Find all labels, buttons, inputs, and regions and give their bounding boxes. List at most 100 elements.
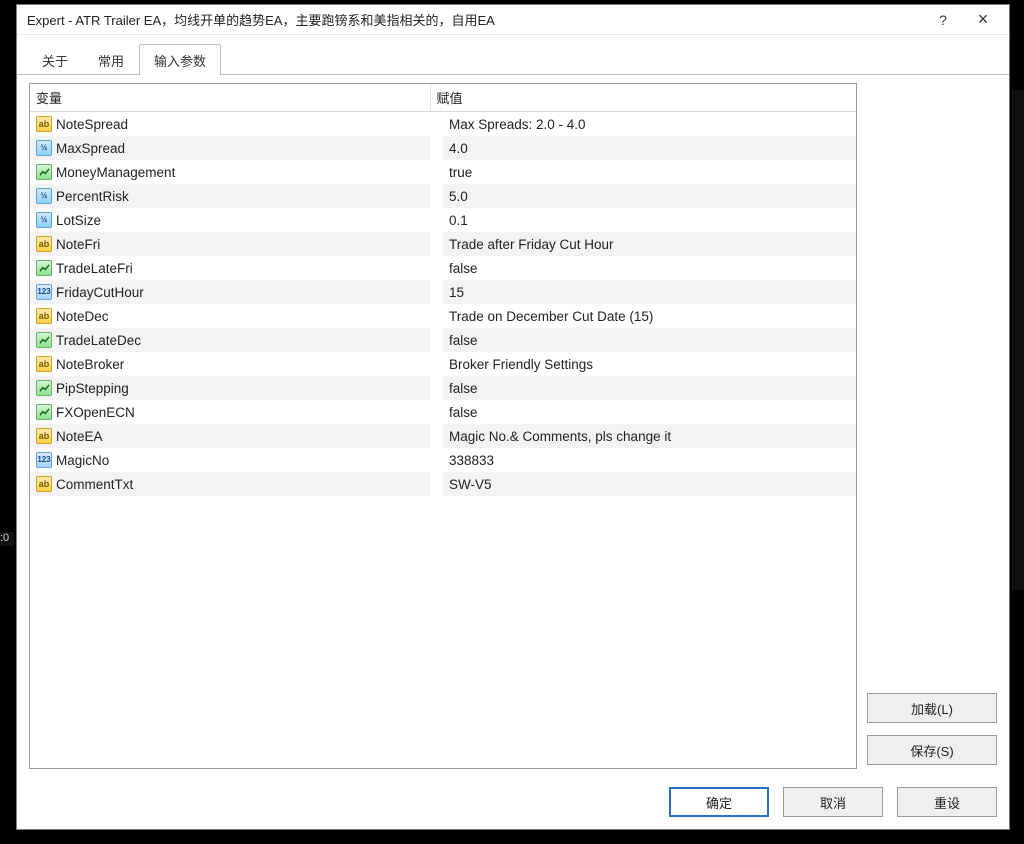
param-name-cell[interactable]: ab NoteDec [30,304,430,328]
table-row[interactable]: abNoteFri Trade after Friday Cut Hour [30,232,856,256]
bool-icon [36,404,52,420]
param-name: NoteDec [56,309,109,324]
param-value-cell[interactable]: false [443,328,856,352]
double-icon: ½ [36,212,52,228]
param-name-cell[interactable]: FXOpenECN [30,400,430,424]
table-row[interactable]: 123 FridayCutHour 15 [30,280,856,304]
column-header-value[interactable]: 赋值 [430,84,856,112]
double-icon: ½ [36,140,52,156]
integer-icon: 123 [36,452,52,468]
table-row[interactable]: PipStepping false [30,376,856,400]
param-value-cell[interactable]: 5.0 [443,184,856,208]
param-name-cell[interactable]: ½ PercentRisk [30,184,430,208]
close-button[interactable]: × [963,6,1003,34]
table-row[interactable]: MoneyManagement true [30,160,856,184]
param-value-cell[interactable]: 338833 [443,448,856,472]
param-name-cell[interactable]: MoneyManagement [30,160,430,184]
param-name: LotSize [56,213,101,228]
string-icon: ab [36,476,52,492]
param-name: PercentRisk [56,189,129,204]
param-value-cell[interactable]: Magic No.& Comments, pls change it [443,424,856,448]
cancel-button[interactable]: 取消 [783,787,883,817]
table-row[interactable]: ab NoteDec Trade on December Cut Date (15) [30,304,856,328]
string-icon: ab [36,428,52,444]
table-row[interactable]: ab NoteSpread Max Spreads: 2.0 - 4.0 [30,112,856,136]
double-icon: ½ [36,188,52,204]
param-name-cell[interactable]: ab NoteEA [30,424,430,448]
param-name: NoteSpread [56,117,128,132]
param-name-cell[interactable]: ½ LotSize [30,208,430,232]
help-button[interactable]: ? [923,6,963,34]
string-icon: ab [36,236,52,252]
table-row[interactable]: ½ LotSize 0.1 [30,208,856,232]
table-row[interactable]: 123 MagicNo 338833 [30,448,856,472]
string-icon: ab [36,356,52,372]
param-value-cell[interactable]: true [443,160,856,184]
table-row[interactable]: ½ PercentRisk 5.0 [30,184,856,208]
table-row[interactable]: ½ MaxSpread 4.0 [30,136,856,160]
table-row[interactable]: ab CommentTxt SW-V5 [30,472,856,496]
param-name: FridayCutHour [56,285,144,300]
tab-content: 变量 赋值 ab NoteSpread Max Spreads: 2.0 - 4.0… [17,75,1009,777]
load-button[interactable]: 加载(L) [867,693,997,723]
param-name: NoteEA [56,429,103,444]
param-value-cell[interactable]: Trade on December Cut Date (15) [443,304,856,328]
param-name-cell[interactable]: TradeLateDec [30,328,430,352]
bool-icon [36,332,52,348]
bool-icon [36,164,52,180]
table-row[interactable]: ab NoteEA Magic No.& Comments, pls change … [30,424,856,448]
string-icon: ab [36,116,52,132]
tab-inputs[interactable]: 输入参数 [139,44,221,75]
reset-button[interactable]: 重设 [897,787,997,817]
param-name: CommentTxt [56,477,133,492]
param-value-cell[interactable]: 4.0 [443,136,856,160]
titlebar: Expert - ATR Trailer EA，均线开单的趋势EA，主要跑镑系和… [17,5,1009,35]
table-row[interactable]: FXOpenECN false [30,400,856,424]
param-value-cell[interactable]: false [443,256,856,280]
param-value-cell[interactable]: SW-V5 [443,472,856,496]
param-name-cell[interactable]: ab NoteSpread [30,112,430,136]
side-buttons: 加载(L) 保存(S) [867,83,997,769]
param-name: PipStepping [56,381,129,396]
param-name: MoneyManagement [56,165,175,180]
param-value-cell[interactable]: false [443,376,856,400]
param-value-cell[interactable]: 15 [443,280,856,304]
param-value-cell[interactable]: false [443,400,856,424]
save-button[interactable]: 保存(S) [867,735,997,765]
param-name-cell[interactable]: TradeLateFri [30,256,430,280]
bg-fragment [1012,90,1024,590]
dialog-footer: 确定 取消 重设 [17,777,1009,829]
tab-bar: 关于 常用 输入参数 [17,35,1009,75]
param-name-cell[interactable]: 123 FridayCutHour [30,280,430,304]
param-name: TradeLateFri [56,261,133,276]
param-name: MagicNo [56,453,109,468]
param-name-cell[interactable]: PipStepping [30,376,430,400]
parameters-grid: 变量 赋值 ab NoteSpread Max Spreads: 2.0 - 4.0… [29,83,857,769]
bool-icon [36,260,52,276]
param-value-cell[interactable]: 0.1 [443,208,856,232]
table-row[interactable]: ab NoteBroker Broker Friendly Settings [30,352,856,376]
bool-icon [36,380,52,396]
window-title: Expert - ATR Trailer EA，均线开单的趋势EA，主要跑镑系和… [27,10,923,29]
expert-properties-dialog: Expert - ATR Trailer EA，均线开单的趋势EA，主要跑镑系和… [16,4,1010,830]
tab-about[interactable]: 关于 [27,44,83,75]
param-name: TradeLateDec [56,333,141,348]
table-row[interactable]: TradeLateDec false [30,328,856,352]
param-value-cell[interactable]: Broker Friendly Settings [443,352,856,376]
integer-icon: 123 [36,284,52,300]
param-name-cell[interactable]: abNoteFri [30,232,430,256]
param-name-cell[interactable]: ab CommentTxt [30,472,430,496]
bg-fragment: :0 [0,532,14,546]
param-value-cell[interactable]: Max Spreads: 2.0 - 4.0 [443,112,856,136]
param-value-cell[interactable]: Trade after Friday Cut Hour [443,232,856,256]
string-icon: ab [36,308,52,324]
ok-button[interactable]: 确定 [669,787,769,817]
param-name: MaxSpread [56,141,125,156]
param-name-cell[interactable]: ab NoteBroker [30,352,430,376]
param-name-cell[interactable]: 123 MagicNo [30,448,430,472]
param-name: NoteBroker [56,357,124,372]
tab-common[interactable]: 常用 [83,44,139,75]
param-name-cell[interactable]: ½ MaxSpread [30,136,430,160]
column-header-variable[interactable]: 变量 [30,84,430,112]
table-row[interactable]: TradeLateFri false [30,256,856,280]
